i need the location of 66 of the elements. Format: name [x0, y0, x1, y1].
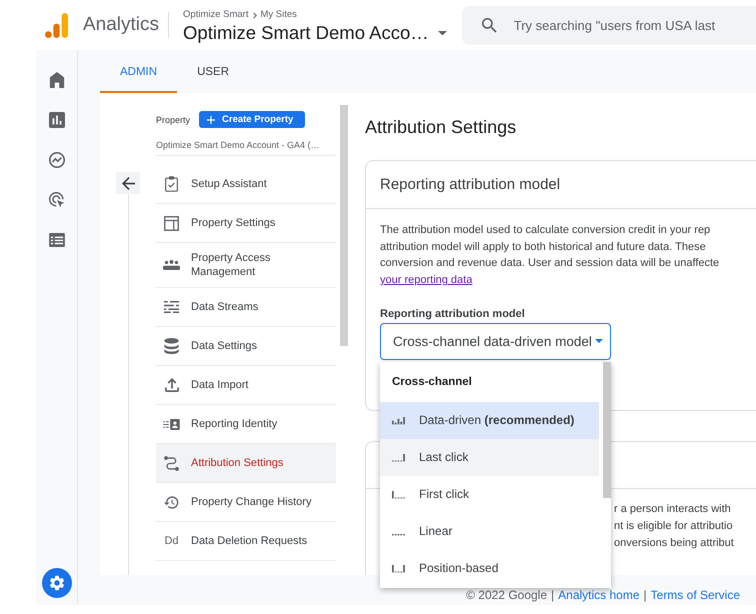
- caret-icon: [594, 339, 603, 344]
- menu-option[interactable]: Data-driven (recommended): [380, 402, 599, 439]
- admin-menu-item[interactable]: Data Streams: [156, 288, 336, 327]
- search-icon: [482, 18, 497, 32]
- search-field[interactable]: Try searching "users from USA last: [462, 6, 756, 44]
- people-group-icon: [163, 260, 180, 270]
- tab[interactable]: USER: [177, 50, 250, 93]
- admin-menu-item[interactable]: Attribution Settings: [156, 444, 336, 483]
- model-select[interactable]: Cross-channel data-driven model: [380, 322, 611, 360]
- admin-menu-item[interactable]: Property Access Management: [156, 243, 336, 288]
- right-tall-bar-icon: [392, 454, 405, 462]
- menu-option[interactable]: Linear: [380, 512, 599, 550]
- home-icon[interactable]: [48, 72, 64, 88]
- plus-icon: [207, 116, 216, 124]
- breadcrumb-link[interactable]: My Sites: [260, 9, 297, 21]
- scrollbar[interactable]: [340, 105, 348, 346]
- footer-separator: |: [644, 588, 647, 602]
- trend-circle-icon[interactable]: [48, 152, 64, 168]
- menu-option[interactable]: Last click: [380, 438, 599, 476]
- product-name: Analytics: [83, 13, 160, 37]
- description-text: r a person interacts with nt is eligible for attributio onversions being attribut: [614, 502, 735, 551]
- footer-separator: |: [551, 588, 554, 602]
- clipboard-check-icon: [165, 176, 178, 192]
- route-icon: [164, 456, 179, 470]
- logo-icon: [45, 12, 68, 38]
- upload-icon: [164, 378, 178, 392]
- database-icon: [164, 338, 179, 354]
- stream-lines-icon: [164, 301, 179, 313]
- menu-option[interactable]: First click: [380, 476, 599, 513]
- caret-icon: [438, 30, 447, 36]
- list-icon[interactable]: [48, 233, 64, 247]
- admin-menu-item[interactable]: Setup Assistant: [156, 165, 336, 204]
- field-label: Reporting attribution model: [380, 306, 526, 322]
- menu-scrollbar[interactable]: [603, 362, 611, 498]
- copyright-text: © 2022 Google: [466, 588, 548, 602]
- id-card-list-icon: [163, 418, 180, 430]
- chevron-right-icon: [252, 12, 256, 18]
- admin-menu-item[interactable]: Dd Data Deletion Requests: [156, 522, 336, 561]
- account-selector[interactable]: Optimize Smart Demo Acco…: [183, 21, 447, 45]
- footer-link[interactable]: Analytics home: [558, 588, 640, 602]
- back-button[interactable]: [116, 172, 140, 194]
- bar-chart-icon[interactable]: [48, 112, 64, 128]
- admin-menu-item[interactable]: Data Settings: [156, 327, 336, 366]
- menu-option[interactable]: Position-based: [380, 550, 599, 587]
- description-text: The attribution model used to calculate conversion credit in your rep attribution model will apply to both historical and future data. These conversion and revenue data. User and session data will be unaffecte your reporting data: [380, 223, 720, 288]
- menu-group-label: Cross-channel: [391, 374, 473, 390]
- letters-icon: Dd: [164, 534, 179, 548]
- property-label: Property: [156, 114, 190, 124]
- history-icon: [164, 496, 179, 508]
- arrow-left-icon: [122, 176, 134, 190]
- footer-link[interactable]: Terms of Service: [650, 588, 740, 602]
- window-layout-icon: [164, 216, 179, 230]
- settings-icon[interactable]: [42, 568, 72, 598]
- page-title: Attribution Settings: [365, 116, 518, 139]
- breadcrumb-link[interactable]: Optimize Smart: [183, 9, 248, 21]
- admin-menu-item[interactable]: Data Import: [156, 366, 336, 405]
- card-title: Reporting attribution model: [380, 176, 560, 193]
- reporting-data-link[interactable]: your reporting data: [380, 274, 472, 286]
- varied-bars-icon: [392, 417, 405, 425]
- target-cursor-icon[interactable]: [48, 192, 64, 208]
- left-tall-bar-icon: [392, 491, 405, 499]
- admin-menu-item[interactable]: Property Change History: [156, 483, 336, 522]
- end-tall-bars-icon: [392, 565, 405, 573]
- admin-menu-item[interactable]: Property Settings: [156, 204, 336, 243]
- create-property-button[interactable]: Create Property: [199, 111, 306, 128]
- property-name-text: Optimize Smart Demo Account - GA4 (…: [156, 139, 336, 156]
